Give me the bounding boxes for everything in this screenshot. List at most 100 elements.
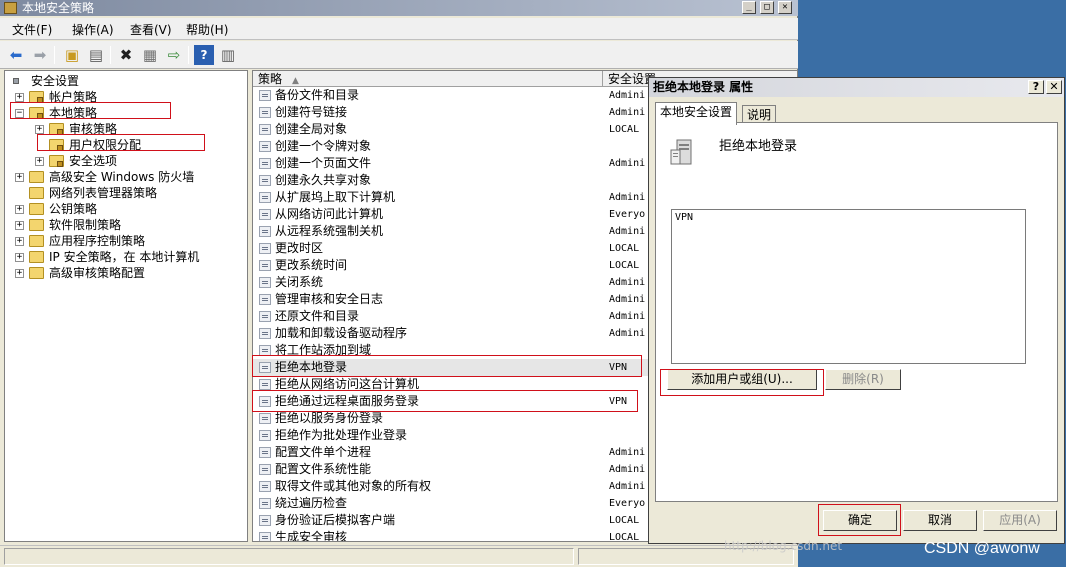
expand-icon[interactable]: +: [15, 205, 24, 214]
policy-icon: [259, 413, 271, 424]
menu-file[interactable]: 文件(F): [12, 21, 52, 38]
policy-setting: LOCAL: [609, 532, 640, 542]
status-bar: [0, 545, 798, 567]
policy-name: 创建一个令牌对象: [275, 139, 372, 153]
tree-item[interactable]: + 高级审核策略配置: [7, 265, 247, 281]
tab-local-security-setting[interactable]: 本地安全设置: [655, 102, 738, 125]
folder-icon: [29, 235, 44, 247]
policy-setting: Admini: [609, 226, 646, 237]
up-folder-icon[interactable]: ▣: [62, 45, 82, 65]
console-icon[interactable]: ▥: [218, 45, 238, 65]
annotation-deny-local-logon: [252, 355, 642, 377]
policy-name: 取得文件或其他对象的所有权: [275, 479, 432, 493]
back-icon[interactable]: ⬅: [6, 45, 26, 65]
policy-icon: [259, 532, 271, 541]
policy-icon: [259, 90, 271, 101]
properties-dialog: 拒绝本地登录 属性 ? ✕ 本地安全设置 说明 拒绝本地登录 VPN 添加用户或…: [648, 77, 1065, 544]
tree-item[interactable]: + 软件限制策略: [7, 217, 247, 233]
policy-icon: [259, 430, 271, 441]
policy-name: 生成安全审核: [275, 530, 348, 542]
tree-item[interactable]: + 应用程序控制策略: [7, 233, 247, 249]
policy-icon: [259, 311, 271, 322]
policy-setting: Admini: [609, 464, 646, 475]
close-button[interactable]: ✕: [778, 1, 792, 14]
policy-name: 拒绝以服务身份登录: [275, 411, 384, 425]
policy-icon: [259, 158, 271, 169]
tree-item-label: 高级安全 Windows 防火墙: [49, 170, 195, 184]
apply-button[interactable]: 应用(A): [983, 510, 1057, 531]
expand-icon[interactable]: +: [15, 237, 24, 246]
policy-setting: Admini: [609, 294, 646, 305]
annotation-local-policy: [10, 102, 171, 119]
dialog-close-button[interactable]: ✕: [1046, 80, 1062, 94]
tree-item-label: 高级审核策略配置: [49, 266, 146, 280]
policy-setting: Admini: [609, 311, 646, 322]
forward-icon[interactable]: ➡: [30, 45, 50, 65]
menu-help[interactable]: 帮助(H): [186, 21, 228, 38]
policy-name: 配置文件单个进程: [275, 445, 372, 459]
folder-icon: [29, 251, 44, 263]
policy-icon: [259, 209, 271, 220]
expand-icon[interactable]: +: [15, 269, 24, 278]
security-settings-icon: [13, 78, 19, 84]
help-icon[interactable]: ?: [194, 45, 214, 65]
dialog-help-button[interactable]: ?: [1028, 80, 1044, 94]
policy-setting: Admini: [609, 90, 646, 101]
policy-name: 创建符号链接: [275, 105, 348, 119]
column-header-policy[interactable]: 策略 ▲: [253, 71, 603, 87]
member-entry[interactable]: VPN: [675, 212, 1022, 223]
annotation-user-rights: [37, 134, 205, 151]
expand-icon[interactable]: +: [15, 93, 24, 102]
show-hide-tree-icon[interactable]: ▤: [86, 45, 106, 65]
expand-icon[interactable]: +: [15, 173, 24, 182]
policy-setting: Admini: [609, 107, 646, 118]
policy-icon: [259, 243, 271, 254]
policy-setting: Admini: [609, 192, 646, 203]
properties-icon[interactable]: ▦: [140, 45, 160, 65]
policy-icon: [259, 226, 271, 237]
remove-button[interactable]: 删除(R): [825, 369, 901, 390]
tree-item[interactable]: 网络列表管理器策略: [7, 185, 247, 201]
status-segment-main: [4, 548, 574, 565]
expand-icon[interactable]: +: [35, 125, 44, 134]
server-icon: [670, 139, 692, 165]
policy-icon: [259, 175, 271, 186]
menu-action[interactable]: 操作(A): [72, 21, 114, 38]
policy-setting: Admini: [609, 328, 646, 339]
menu-bar: 文件(F) 操作(A) 查看(V) 帮助(H): [0, 18, 798, 40]
policy-name: 从远程系统强制关机: [275, 224, 384, 238]
tree-item-label: 应用程序控制策略: [49, 234, 146, 248]
expand-icon[interactable]: +: [15, 253, 24, 262]
policy-name: 创建一个页面文件: [275, 156, 372, 170]
policy-icon: [259, 515, 271, 526]
folder-icon: [29, 267, 44, 279]
policy-icon: [259, 481, 271, 492]
tree-item[interactable]: + 高级安全 Windows 防火墙: [7, 169, 247, 185]
policy-setting: Admini: [609, 277, 646, 288]
menu-view[interactable]: 查看(V): [130, 21, 172, 38]
policy-name: 备份文件和目录: [275, 88, 360, 102]
policy-name: 配置文件系统性能: [275, 462, 372, 476]
delete-icon[interactable]: ✖: [116, 45, 136, 65]
expand-icon[interactable]: +: [35, 157, 44, 166]
tree-item[interactable]: + IP 安全策略，在 本地计算机: [7, 249, 247, 265]
export-icon[interactable]: ⇨: [164, 45, 184, 65]
lock-icon: [57, 161, 63, 167]
tree-item[interactable]: + 安全选项: [7, 153, 247, 169]
tree-item-label: 公钥策略: [49, 202, 98, 216]
tree-root[interactable]: 安全设置: [7, 73, 247, 89]
maximize-button[interactable]: □: [760, 1, 774, 14]
policy-setting: Everyo: [609, 498, 646, 509]
policy-name: 身份验证后模拟客户端: [275, 513, 396, 527]
expand-icon[interactable]: +: [15, 221, 24, 230]
minimize-button[interactable]: _: [742, 1, 756, 14]
policy-icon: [259, 192, 271, 203]
tree-item[interactable]: + 公钥策略: [7, 201, 247, 217]
policy-setting: LOCAL: [609, 124, 640, 135]
policy-name: 还原文件和目录: [275, 309, 360, 323]
members-listbox[interactable]: VPN: [671, 209, 1026, 364]
policy-name: 创建全局对象: [275, 122, 348, 136]
cancel-button[interactable]: 取消: [903, 510, 977, 531]
policy-setting: LOCAL: [609, 515, 640, 526]
annotation-ok: [818, 504, 901, 536]
